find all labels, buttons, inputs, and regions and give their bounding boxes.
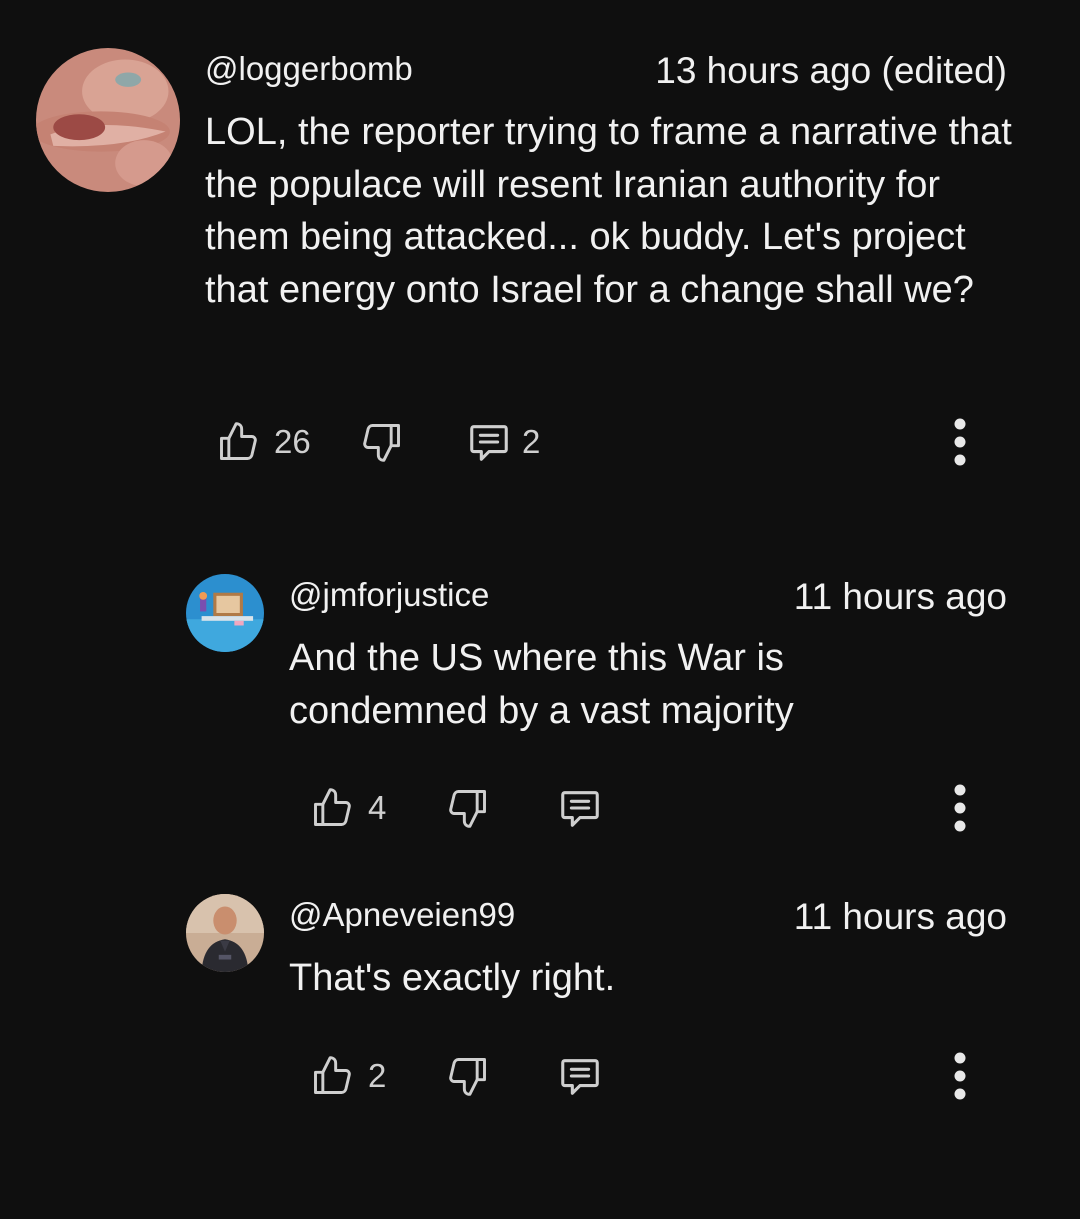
like-count: 2 bbox=[368, 1057, 387, 1094]
comment-text: That's exactly right. bbox=[289, 957, 616, 999]
like-count: 4 bbox=[368, 789, 387, 826]
more-vertical-icon bbox=[954, 418, 966, 466]
comment-timestamp: 11 hours ago bbox=[793, 576, 1007, 617]
dislike-button[interactable] bbox=[360, 412, 404, 472]
comment-icon bbox=[561, 1059, 599, 1095]
reply-comment: @Apneveien99 11 hours ago That's exactly… bbox=[0, 880, 1080, 1180]
avatar[interactable] bbox=[36, 48, 180, 192]
thumbs-down-icon bbox=[449, 790, 486, 828]
comment-actions: 2 bbox=[0, 1046, 1080, 1106]
reply-count: 2 bbox=[522, 423, 541, 460]
thumbs-down-icon bbox=[363, 424, 400, 462]
more-vertical-icon bbox=[954, 784, 966, 832]
comment-actions: 4 bbox=[0, 778, 1080, 838]
dislike-button[interactable] bbox=[446, 778, 490, 838]
comment-icon bbox=[470, 425, 508, 461]
avatar[interactable] bbox=[186, 574, 264, 652]
like-count: 26 bbox=[274, 423, 311, 460]
comment-text: And the US where this War is condemned b… bbox=[289, 637, 794, 732]
more-vertical-icon bbox=[954, 1052, 966, 1100]
comment-thread-top: @loggerbomb 13 hours ago (edited) LOL, t… bbox=[0, 0, 1080, 520]
more-options-button[interactable] bbox=[945, 412, 975, 472]
more-options-button[interactable] bbox=[945, 1046, 975, 1106]
reply-button[interactable] bbox=[557, 1046, 603, 1106]
comment-author[interactable]: @loggerbomb bbox=[205, 50, 413, 88]
like-button[interactable]: 4 bbox=[310, 778, 386, 838]
more-options-button[interactable] bbox=[945, 778, 975, 838]
comment-actions: 26 2 bbox=[0, 412, 1080, 472]
comment-timestamp: 11 hours ago bbox=[793, 896, 1007, 937]
reply-button[interactable]: 2 bbox=[466, 412, 540, 472]
comment-author[interactable]: @jmforjustice bbox=[289, 576, 489, 614]
thumbs-down-icon bbox=[449, 1058, 486, 1096]
thumbs-up-icon bbox=[314, 788, 351, 826]
avatar[interactable] bbox=[186, 894, 264, 972]
thumbs-up-icon bbox=[220, 422, 257, 460]
comment-text: LOL, the reporter trying to frame a narr… bbox=[205, 111, 1012, 311]
thumbs-up-icon bbox=[314, 1056, 351, 1094]
reply-button[interactable] bbox=[557, 778, 603, 838]
reply-comment: @jmforjustice 11 hours ago And the US wh… bbox=[0, 560, 1080, 860]
like-button[interactable]: 2 bbox=[310, 1046, 386, 1106]
comment-author[interactable]: @Apneveien99 bbox=[289, 896, 515, 934]
comment-timestamp: 13 hours ago (edited) bbox=[655, 50, 1007, 91]
dislike-button[interactable] bbox=[446, 1046, 490, 1106]
comment-icon bbox=[561, 791, 599, 827]
like-button[interactable]: 26 bbox=[216, 412, 311, 472]
